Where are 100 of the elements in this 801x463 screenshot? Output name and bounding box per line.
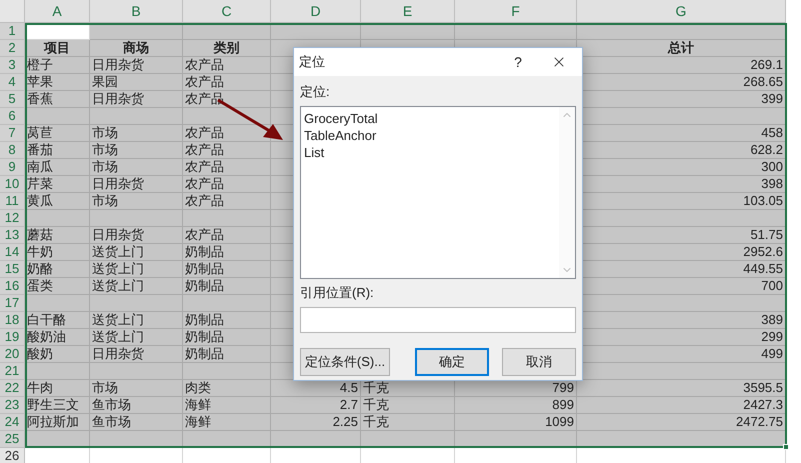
row-header[interactable]: 18 [0,312,25,329]
column-header[interactable]: F [455,0,577,23]
table-cell: 送货上门 [90,312,183,329]
dialog-button[interactable]: 取消 [502,348,576,376]
table-cell: 奶制品 [183,312,271,329]
table-cell: 商场 [90,40,183,57]
row-header[interactable]: 1 [0,23,25,40]
table-cell: 奶制品 [183,329,271,346]
table-cell: 日用杂货 [90,57,183,74]
table-cell: 农产品 [183,57,271,74]
table-cell: 阿拉斯加 [25,414,90,431]
table-cell: 1099 [455,414,577,431]
table-cell: 酸奶油 [25,329,90,346]
table-cell: 千克 [361,397,455,414]
table-cell: 899 [455,397,577,414]
help-button[interactable]: ? [500,48,536,76]
row-header[interactable]: 9 [0,159,25,176]
dialog-button[interactable]: 定位条件(S)... [300,348,390,376]
row-header[interactable]: 14 [0,244,25,261]
row-header[interactable]: 24 [0,414,25,431]
table-cell: 蛋类 [25,278,90,295]
table-cell: 市场 [90,380,183,397]
table-cell: 果园 [90,74,183,91]
table-cell: 市场 [90,193,183,210]
table-cell: 千克 [361,414,455,431]
table-cell: 日用杂货 [90,346,183,363]
table-cell: 项目 [25,40,90,57]
table-cell: 黄瓜 [25,193,90,210]
row-header[interactable]: 25 [0,431,25,448]
table-cell: 牛奶 [25,244,90,261]
row-header[interactable]: 21 [0,363,25,380]
window-title: 定位 [299,53,325,72]
column-header[interactable]: G [577,0,786,23]
table-cell: 橙子 [25,57,90,74]
column-header[interactable]: C [183,0,271,23]
table-cell: 2.7 [271,397,361,414]
row-header[interactable]: 5 [0,91,25,108]
row-header[interactable]: 17 [0,295,25,312]
table-cell: 南瓜 [25,159,90,176]
row-header[interactable]: 16 [0,278,25,295]
table-cell: 酸奶 [25,346,90,363]
table-cell: 农产品 [183,142,271,159]
list-item[interactable]: GroceryTotal [304,110,559,127]
reference-field[interactable] [300,307,576,333]
table-cell: 4.5 [271,380,361,397]
table-cell: 799 [455,380,577,397]
table-cell: 鱼市场 [90,414,183,431]
table-cell: 2427.3 [577,397,786,414]
list-label: 定位: [300,84,331,100]
row-header[interactable]: 15 [0,261,25,278]
table-cell: 日用杂货 [90,176,183,193]
table-cell: 农产品 [183,159,271,176]
table-cell: 2472.75 [577,414,786,431]
table-cell: 奶制品 [183,278,271,295]
row-header[interactable]: 23 [0,397,25,414]
table-cell: 海鲜 [183,414,271,431]
row-header[interactable]: 2 [0,40,25,57]
table-cell: 香蕉 [25,91,90,108]
row-header[interactable]: 22 [0,380,25,397]
column-header[interactable]: D [271,0,361,23]
row-header[interactable]: 3 [0,57,25,74]
name-list[interactable]: GroceryTotal TableAnchor List [300,106,576,279]
dialog-button[interactable]: 确定 [415,348,489,376]
table-cell: 番茄 [25,142,90,159]
row-header[interactable]: 7 [0,125,25,142]
table-cell: 农产品 [183,125,271,142]
row-header[interactable]: 26 [0,448,25,463]
table-cell: 苹果 [25,74,90,91]
table-cell: 蘑菇 [25,227,90,244]
list-item[interactable]: List [304,144,559,161]
row-header[interactable]: 10 [0,176,25,193]
table-cell: 海鲜 [183,397,271,414]
table-cell: 芹菜 [25,176,90,193]
list-item[interactable]: TableAnchor [304,127,559,144]
table-cell: 莴苣 [25,125,90,142]
corner-cell[interactable] [0,0,25,23]
column-header[interactable]: B [90,0,183,23]
row-header[interactable]: 6 [0,108,25,125]
row-header[interactable]: 12 [0,210,25,227]
table-cell: 奶制品 [183,346,271,363]
row-header[interactable]: 8 [0,142,25,159]
row-header[interactable]: 19 [0,329,25,346]
column-header[interactable]: A [25,0,90,23]
row-header[interactable]: 11 [0,193,25,210]
table-cell: 送货上门 [90,244,183,261]
table-cell: 2.25 [271,414,361,431]
table-cell: 奶制品 [183,244,271,261]
table-cell: 农产品 [183,176,271,193]
table-cell: 鱼市场 [90,397,183,414]
table-cell: 送货上门 [90,329,183,346]
table-cell: 白干酪 [25,312,90,329]
table-cell: 市场 [90,125,183,142]
column-header[interactable]: E [361,0,455,23]
table-cell: 农产品 [183,193,271,210]
table-cell: 野生三文 [25,397,90,414]
row-header[interactable]: 20 [0,346,25,363]
row-header[interactable]: 13 [0,227,25,244]
row-header[interactable]: 4 [0,74,25,91]
fill-handle[interactable] [783,444,789,450]
table-cell: 肉类 [183,380,271,397]
